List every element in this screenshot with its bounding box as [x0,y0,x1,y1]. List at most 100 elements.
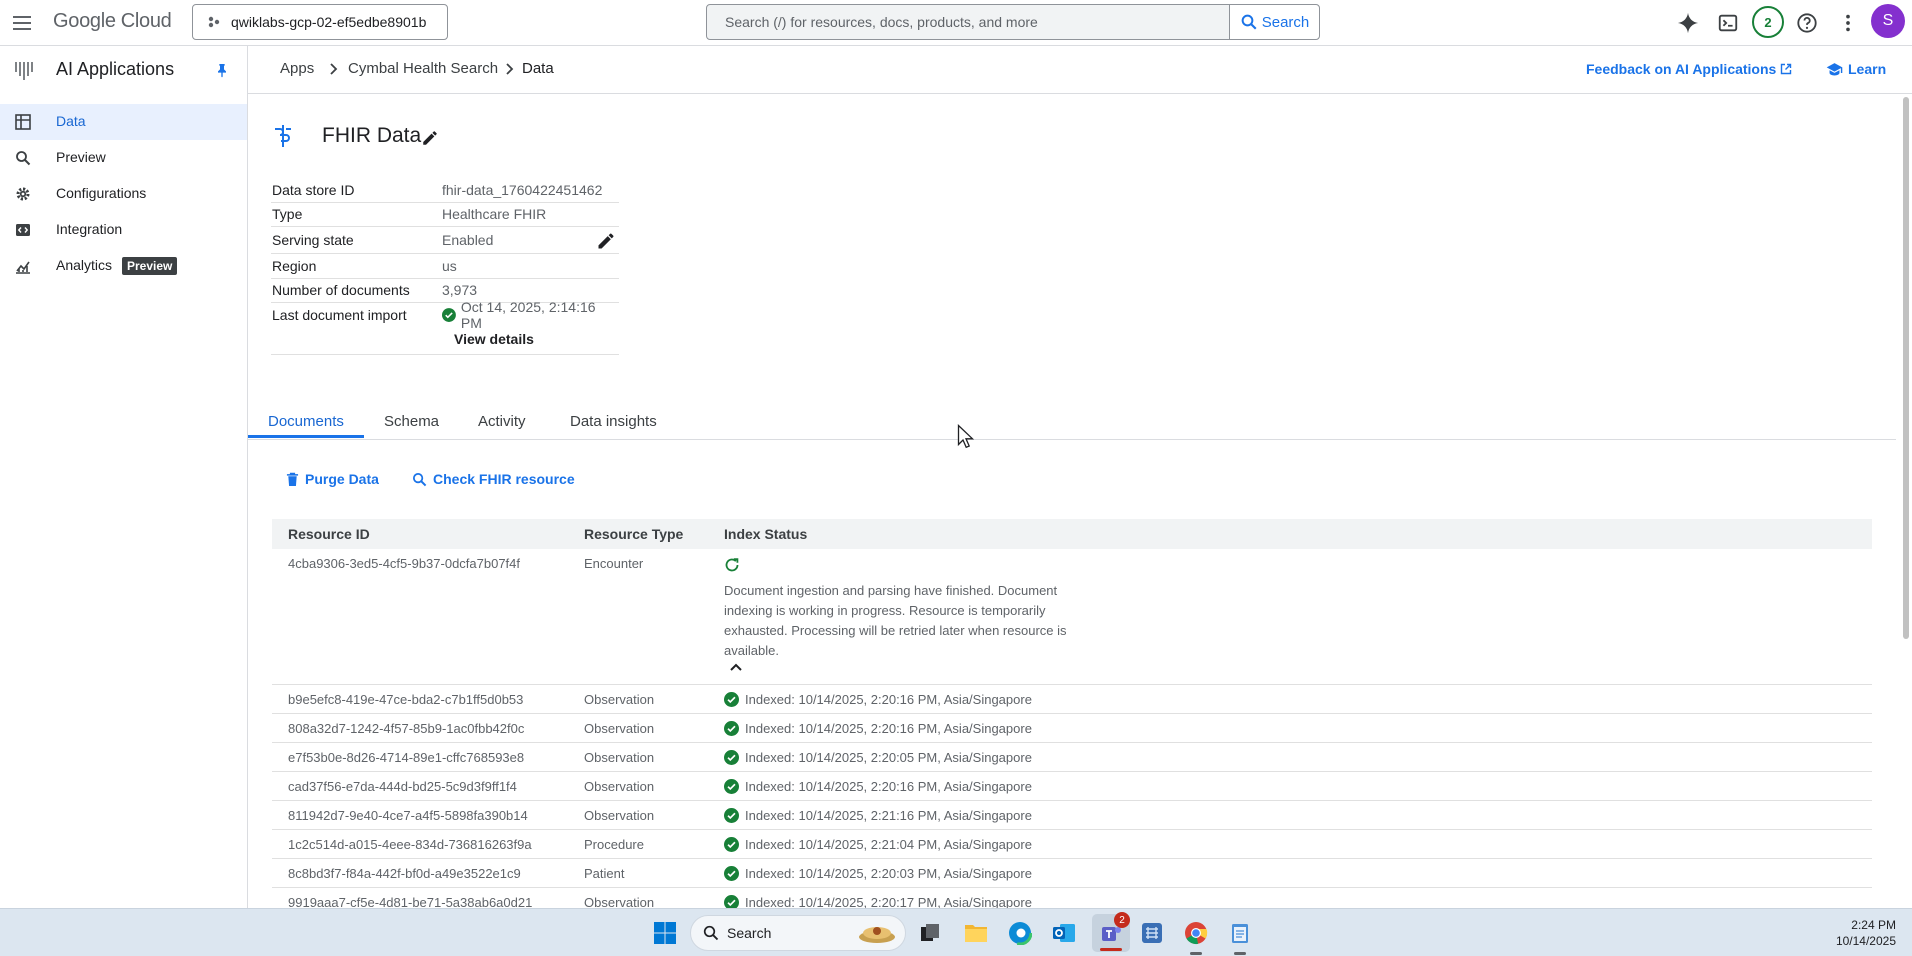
resource-id: 1c2c514d-a015-4eee-834d-736816263f9a [288,837,532,852]
project-icon [208,16,220,28]
notepad-icon[interactable] [1225,918,1255,955]
logo-cloud: Cloud [120,10,172,32]
sidebar-item-label: Analytics [56,257,113,273]
sync-icon [725,558,739,572]
gemini-icon[interactable] [1674,9,1702,37]
feedback-label: Feedback on AI Applications [1586,61,1777,77]
table-row[interactable]: b9e5efc8-419e-47ce-bda2-c7b1ff5d0b53 Obs… [272,685,1872,714]
menu-icon[interactable] [10,11,34,35]
avatar[interactable]: S [1871,4,1905,38]
chevron-right-icon [506,63,514,75]
resource-id: 811942d7-9e40-4ce7-a4f5-5898fa390b14 [288,808,528,823]
taskbar-search[interactable]: Search [690,915,906,951]
datastore-properties: Data store ID fhir-data_1760422451462 Ty… [271,178,619,331]
breadcrumb-app[interactable]: Cymbal Health Search [348,60,498,77]
column-header-resource-type[interactable]: Resource Type [584,526,683,542]
edge-icon[interactable] [1005,918,1035,948]
sidebar-item-analytics[interactable]: Analytics Preview [0,248,247,284]
search-button-label: Search [1261,13,1310,31]
learn-link[interactable]: Learn [1826,61,1886,77]
help-icon[interactable] [1793,9,1821,37]
chevron-up-icon[interactable] [728,661,744,673]
sidebar-item-preview[interactable]: Preview [0,140,247,176]
table-header: Resource ID Resource Type Index Status [272,519,1872,549]
table-row[interactable]: 8c8bd3f7-f84a-442f-bf0d-a49e3522e1c9 Pat… [272,859,1872,888]
prop-key: Serving state [272,232,354,248]
edit-serving-state-icon[interactable] [596,231,616,251]
project-picker[interactable]: qwiklabs-gcp-02-ef5edbe8901b [192,4,448,40]
view-details-button[interactable]: View details [454,331,534,347]
file-explorer-icon[interactable] [961,918,991,948]
breadcrumb-apps[interactable]: Apps [280,60,314,77]
clock-date: 10/14/2025 [1835,934,1896,948]
google-cloud-logo[interactable]: Google Cloud [53,10,172,33]
active-app-indicator [1100,948,1122,951]
notifications-badge[interactable]: 2 [1752,6,1784,38]
column-header-index-status[interactable]: Index Status [724,526,807,542]
chevron-right-icon [330,63,338,75]
school-icon [1826,62,1843,76]
sidebar-item-data[interactable]: Data [0,104,247,140]
task-view-icon[interactable] [915,918,945,948]
sidebar-item-label: Integration [56,221,123,237]
page-title: FHIR Data [322,124,422,147]
index-status: Indexed: 10/14/2025, 2:20:16 PM, Asia/Si… [724,692,1032,707]
check-circle-icon [724,866,739,881]
purge-data-button[interactable]: Purge Data [286,471,379,487]
tab-documents[interactable]: Documents [268,413,344,430]
table-row[interactable]: e7f53b0e-8d26-4714-89e1-cffc768593e8 Obs… [272,743,1872,772]
resource-id: 8c8bd3f7-f84a-442f-bf0d-a49e3522e1c9 [288,866,521,881]
pin-icon[interactable] [214,62,230,78]
outlook-icon[interactable] [1049,918,1079,948]
search-button[interactable]: Search [1229,5,1319,39]
scrollbar-thumb[interactable] [1903,97,1909,639]
open-in-new-icon [1781,63,1792,75]
preview-chip: Preview [122,257,178,275]
prop-type: Type Healthcare FHIR [271,203,619,227]
tab-schema[interactable]: Schema [384,413,439,430]
index-status-text: Indexed: 10/14/2025, 2:20:16 PM, Asia/Si… [745,779,1032,794]
index-status-text: Indexed: 10/14/2025, 2:20:16 PM, Asia/Si… [745,692,1032,707]
purge-data-label: Purge Data [305,471,379,487]
sidebar: AI Applications Data Preview Configurati… [0,46,248,935]
prop-last-import: Last document import Oct 14, 2025, 2:14:… [271,299,619,331]
mouse-pointer-icon [957,424,977,450]
sidebar-item-configurations[interactable]: Configurations [0,176,247,212]
resource-id: e7f53b0e-8d26-4714-89e1-cffc768593e8 [288,750,525,765]
prop-value: Enabled [442,232,494,248]
delete-icon [286,472,299,486]
resource-type: Observation [584,779,655,794]
search-input[interactable] [707,5,1229,39]
resource-id: 4cba9306-3ed5-4cf5-9b37-0dcfa7b07f4f [288,556,521,571]
feedback-link[interactable]: Feedback on AI Applications [1586,61,1792,77]
taskbar-clock[interactable]: 2:24 PM 10/14/2025 [1812,917,1896,949]
more-vert-icon[interactable] [1834,9,1862,37]
sidebar-item-label: Configurations [56,185,147,201]
chrome-icon[interactable] [1181,918,1211,955]
windows-start-icon[interactable] [650,918,680,948]
tab-activity[interactable]: Activity [478,413,526,430]
table-row[interactable]: 811942d7-9e40-4ce7-a4f5-5898fa390b14 Obs… [272,801,1872,830]
table-row[interactable]: 808a32d7-1242-4f57-85b9-1ac0fbb42f0c Obs… [272,714,1872,743]
table-row[interactable]: 4cba9306-3ed5-4cf5-9b37-0dcfa7b07f4f Enc… [272,549,1872,685]
table-row[interactable]: cad37f56-e7da-444d-bd25-5c9d3f9ff1f4 Obs… [272,772,1872,801]
prop-serving-state: Serving state Enabled [271,227,619,254]
product-title: AI Applications [56,59,175,79]
resource-id: b9e5efc8-419e-47ce-bda2-c7b1ff5d0b53 [288,692,524,707]
network-app-icon[interactable] [1137,918,1167,948]
resource-type: Patient [584,866,625,881]
column-header-resource-id[interactable]: Resource ID [288,526,370,542]
teams-icon[interactable]: 2 [1092,912,1130,952]
check-fhir-resource-button[interactable]: Check FHIR resource [412,471,575,487]
tab-bar: Documents Schema Activity Data insights [248,408,1896,440]
cloud-shell-icon[interactable] [1714,9,1742,37]
running-app-indicator [1190,952,1202,955]
tab-data-insights[interactable]: Data insights [570,413,657,430]
sidebar-item-label: Preview [56,149,106,165]
index-status: Indexed: 10/14/2025, 2:20:05 PM, Asia/Si… [724,750,1032,765]
healthcare-icon [272,124,294,148]
sidebar-item-integration[interactable]: Integration [0,212,247,248]
table-row[interactable]: 1c2c514d-a015-4eee-834d-736816263f9a Pro… [272,830,1872,859]
edit-title-icon[interactable] [421,129,439,147]
check-fhir-label: Check FHIR resource [433,471,575,487]
